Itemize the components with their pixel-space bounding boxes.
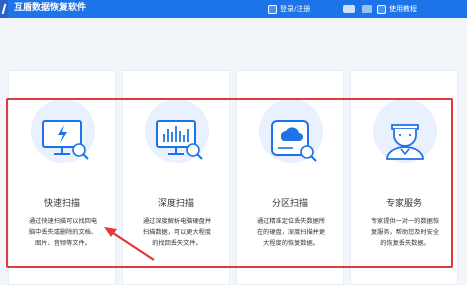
- annotation-arrow-icon: [104, 227, 155, 261]
